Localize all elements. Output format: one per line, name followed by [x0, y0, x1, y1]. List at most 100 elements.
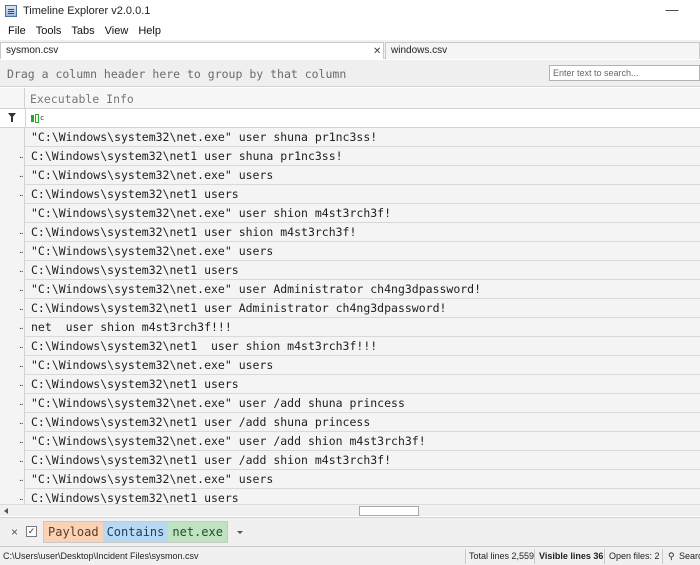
row-indicator[interactable]: ..: [0, 489, 25, 504]
cell-executable-info: C:\Windows\system32\net1 user /add shuna…: [31, 415, 371, 429]
tab-sysmon[interactable]: sysmon.csv ✕: [0, 42, 384, 59]
tab-windows[interactable]: windows.csv: [385, 42, 700, 59]
table-row[interactable]: .. C:\Windows\system32\net1 user /add shu…: [0, 413, 700, 432]
group-by-panel[interactable]: Drag a column header here to group by th…: [0, 60, 700, 87]
row-indicator[interactable]: ..: [0, 394, 25, 413]
table-row[interactable]: .. "C:\Windows\system32\net.exe" users: [0, 470, 700, 489]
document-tabs: sysmon.csv ✕ windows.csv: [0, 40, 700, 59]
minimize-button[interactable]: —: [664, 2, 680, 20]
table-row[interactable]: .. "C:\Windows\system32\net.exe" users: [0, 166, 700, 185]
table-row[interactable]: .. "C:\Windows\system32\net.exe" user Adm…: [0, 280, 700, 299]
status-open-files: Open files: 2: [609, 551, 660, 561]
menu-help[interactable]: Help: [133, 25, 166, 37]
row-indicator[interactable]: ..: [0, 432, 25, 451]
status-search-icon[interactable]: ⚲: [668, 551, 675, 562]
row-indicator-header: [0, 88, 25, 109]
filter-icon[interactable]: [8, 113, 16, 122]
table-row[interactable]: .. "C:\Windows\system32\net.exe" user /ad…: [0, 394, 700, 413]
row-indicator[interactable]: ..: [0, 280, 25, 299]
table-row[interactable]: .. C:\Windows\system32\net1 user shion m4…: [0, 223, 700, 242]
filter-expression[interactable]: Payload Contains net.exe: [43, 521, 228, 543]
menu-file[interactable]: File: [3, 25, 31, 37]
status-divider: [534, 549, 535, 564]
row-indicator[interactable]: [0, 204, 25, 223]
cell-executable-info: C:\Windows\system32\net1 users: [31, 187, 239, 201]
cell-executable-info: "C:\Windows\system32\net.exe" user shion…: [31, 206, 392, 220]
table-row[interactable]: .. C:\Windows\system32\net1 user shion m4…: [0, 337, 700, 356]
row-indicator[interactable]: ..: [0, 223, 25, 242]
row-indicator[interactable]: ..: [0, 375, 25, 394]
enable-filter-checkbox[interactable]: ✓: [26, 526, 37, 537]
table-row[interactable]: .. "C:\Windows\system32\net.exe" users: [0, 356, 700, 375]
table-row[interactable]: .. "C:\Windows\system32\net.exe" users: [0, 242, 700, 261]
close-tab-icon[interactable]: ✕: [373, 44, 381, 59]
column-header-executable-info[interactable]: Executable Info: [30, 92, 134, 106]
cell-executable-info: "C:\Windows\system32\net.exe" user shuna…: [31, 130, 378, 144]
app-icon: [5, 5, 17, 17]
row-indicator[interactable]: ..: [0, 451, 25, 470]
menu-view[interactable]: View: [100, 25, 134, 37]
cell-executable-info: net user shion m4st3rch3f!!!: [31, 320, 232, 334]
row-indicator[interactable]: ..: [0, 413, 25, 432]
filter-row-divider: [25, 109, 26, 128]
cell-executable-info: C:\Windows\system32\net1 users: [31, 491, 239, 504]
cell-executable-info: C:\Windows\system32\net1 user shion m4st…: [31, 339, 378, 353]
table-row[interactable]: "C:\Windows\system32\net.exe" user shuna…: [0, 128, 700, 147]
filter-dropdown-icon[interactable]: [237, 531, 243, 534]
cell-executable-info: "C:\Windows\system32\net.exe" users: [31, 472, 274, 486]
row-indicator[interactable]: ..: [0, 185, 25, 204]
cell-executable-info: C:\Windows\system32\net1 user shuna pr1n…: [31, 149, 343, 163]
status-divider: [662, 549, 663, 564]
status-total-lines: Total lines 2,559: [469, 551, 535, 561]
table-row[interactable]: .. C:\Windows\system32\net1 user Administ…: [0, 299, 700, 318]
cell-executable-info: C:\Windows\system32\net1 users: [31, 263, 239, 277]
menu-tools[interactable]: Tools: [31, 25, 67, 37]
table-row[interactable]: .. C:\Windows\system32\net1 user shuna pr…: [0, 147, 700, 166]
cell-executable-info: "C:\Windows\system32\net.exe" users: [31, 244, 274, 258]
table-row[interactable]: "C:\Windows\system32\net.exe" user shion…: [0, 204, 700, 223]
auto-filter-row[interactable]: c: [0, 109, 700, 128]
table-row[interactable]: .. C:\Windows\system32\net1 users: [0, 261, 700, 280]
filter-value-token[interactable]: net.exe: [168, 522, 227, 542]
table-row[interactable]: .. C:\Windows\system32\net1 users: [0, 375, 700, 394]
cell-executable-info: "C:\Windows\system32\net.exe" user Admin…: [31, 282, 482, 296]
cell-executable-info: C:\Windows\system32\net1 users: [31, 377, 239, 391]
row-indicator[interactable]: ..: [0, 318, 25, 337]
status-divider: [604, 549, 605, 564]
row-indicator[interactable]: ..: [0, 356, 25, 375]
table-row[interactable]: .. "C:\Windows\system32\net.exe" user /ad…: [0, 432, 700, 451]
cell-executable-info: C:\Windows\system32\net1 user /add shion…: [31, 453, 392, 467]
row-indicator[interactable]: ..: [0, 261, 25, 280]
cell-executable-info: "C:\Windows\system32\net.exe" users: [31, 358, 274, 372]
contains-operator-icon[interactable]: c: [31, 114, 44, 123]
search-input[interactable]: [549, 65, 700, 81]
table-row[interactable]: .. net user shion m4st3rch3f!!!: [0, 318, 700, 337]
tab-label: sysmon.csv: [6, 45, 59, 56]
filter-operator-token[interactable]: Contains: [102, 522, 169, 542]
row-indicator[interactable]: [0, 128, 25, 147]
row-indicator[interactable]: ..: [0, 337, 25, 356]
tab-label: windows.csv: [391, 45, 448, 56]
scrollbar-thumb[interactable]: [359, 506, 419, 516]
cell-executable-info: C:\Windows\system32\net1 user Administra…: [31, 301, 447, 315]
status-search-label[interactable]: Searc: [679, 551, 700, 561]
scroll-left-icon[interactable]: [1, 506, 12, 516]
row-indicator[interactable]: ..: [0, 470, 25, 489]
status-divider: [465, 549, 466, 564]
cell-executable-info: "C:\Windows\system32\net.exe" user /add …: [31, 396, 405, 410]
window-title: Timeline Explorer v2.0.0.1: [23, 5, 151, 17]
table-row[interactable]: .. C:\Windows\system32\net1 users: [0, 185, 700, 204]
row-indicator[interactable]: ..: [0, 166, 25, 185]
menu-tabs[interactable]: Tabs: [66, 25, 99, 37]
cell-executable-info: C:\Windows\system32\net1 user shion m4st…: [31, 225, 357, 239]
row-indicator[interactable]: ..: [0, 299, 25, 318]
table-row[interactable]: .. C:\Windows\system32\net1 user /add shi…: [0, 451, 700, 470]
cell-executable-info: "C:\Windows\system32\net.exe" users: [31, 168, 274, 182]
row-indicator[interactable]: ..: [0, 242, 25, 261]
clear-filter-icon[interactable]: ×: [11, 525, 18, 539]
horizontal-scrollbar[interactable]: [0, 504, 700, 516]
table-row[interactable]: .. C:\Windows\system32\net1 users: [0, 489, 700, 504]
row-indicator[interactable]: ..: [0, 147, 25, 166]
grid-body[interactable]: "C:\Windows\system32\net.exe" user shuna…: [0, 128, 700, 504]
filter-field-token[interactable]: Payload: [44, 522, 103, 542]
